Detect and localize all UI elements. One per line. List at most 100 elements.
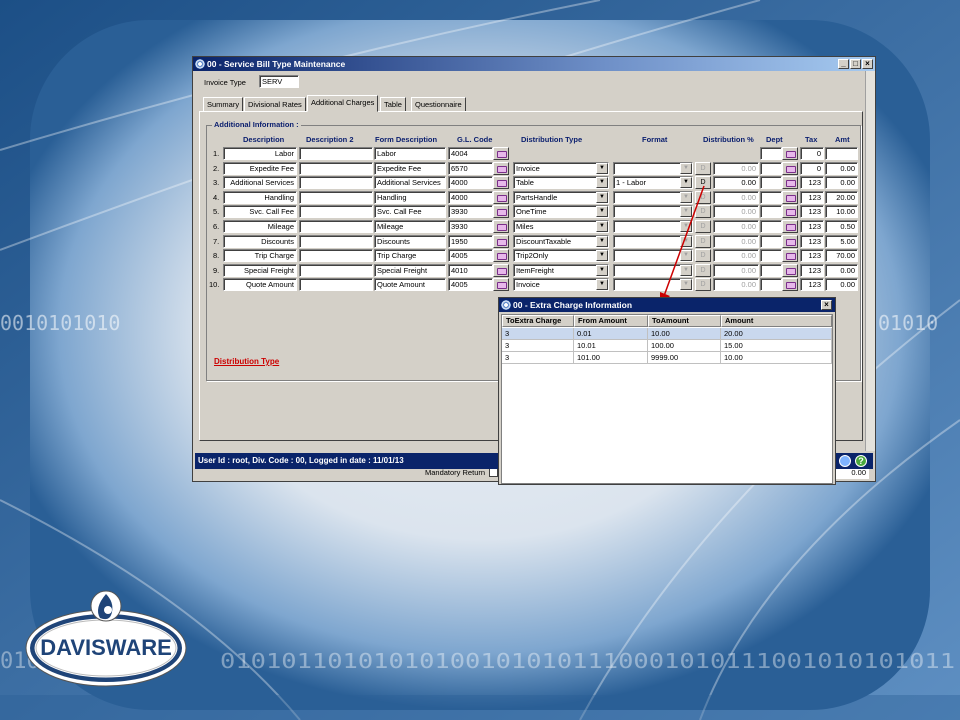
tax-field[interactable]: 123 bbox=[800, 220, 824, 233]
distribution-type-dropdown[interactable]: ▼ bbox=[596, 265, 608, 276]
distribution-pct-field[interactable]: 0.00 bbox=[713, 235, 759, 248]
grid-cell[interactable]: 0.01 bbox=[574, 328, 648, 340]
distribution-type-select[interactable]: PartsHandle bbox=[513, 191, 609, 204]
description-field[interactable]: Discounts bbox=[223, 235, 297, 248]
distribution-type-dropdown[interactable]: ▼ bbox=[596, 250, 608, 261]
grid-cell[interactable]: 100.00 bbox=[648, 340, 721, 352]
description-field[interactable]: Special Freight bbox=[223, 264, 297, 277]
tab-table[interactable]: Table bbox=[380, 97, 406, 112]
description-field[interactable]: Svc. Call Fee bbox=[223, 205, 297, 218]
distribution-pct-field[interactable]: 0.00 bbox=[713, 278, 759, 291]
description-field[interactable]: Quote Amount bbox=[223, 278, 297, 291]
dept-lookup-button[interactable] bbox=[782, 162, 798, 175]
tax-field[interactable]: 123 bbox=[800, 205, 824, 218]
format-dropdown[interactable]: ▼ bbox=[680, 163, 692, 174]
gl-code-lookup-button[interactable] bbox=[493, 249, 509, 262]
grid-cell[interactable]: 15.00 bbox=[721, 340, 832, 352]
distribution-pct-field[interactable]: 0.00 bbox=[713, 220, 759, 233]
distribution-detail-button[interactable]: D bbox=[695, 162, 711, 175]
grid-cell[interactable]: 10.01 bbox=[574, 340, 648, 352]
distribution-type-select[interactable]: Miles bbox=[513, 220, 609, 233]
mandatory-return-checkbox[interactable] bbox=[489, 468, 498, 477]
description2-field[interactable] bbox=[299, 235, 373, 248]
dept-lookup-button[interactable] bbox=[782, 191, 798, 204]
dept-lookup-button[interactable] bbox=[782, 176, 798, 189]
tax-field[interactable]: 0 bbox=[800, 162, 824, 175]
description2-field[interactable] bbox=[299, 278, 373, 291]
window-scrollbar[interactable] bbox=[865, 71, 875, 451]
description-field[interactable]: Expedite Fee bbox=[223, 162, 297, 175]
distribution-type-dropdown[interactable]: ▼ bbox=[596, 163, 608, 174]
description2-field[interactable] bbox=[299, 220, 373, 233]
amt-field[interactable]: 0.00 bbox=[825, 162, 858, 175]
amt-field[interactable] bbox=[825, 147, 858, 160]
gl-code-lookup-button[interactable] bbox=[493, 191, 509, 204]
description2-field[interactable] bbox=[299, 176, 373, 189]
tax-field[interactable]: 123 bbox=[800, 249, 824, 262]
form-description-field[interactable]: Special Freight bbox=[374, 264, 446, 277]
gl-code-lookup-button[interactable] bbox=[493, 162, 509, 175]
grid-header-to-amount[interactable]: ToAmount bbox=[648, 315, 721, 327]
distribution-pct-field[interactable]: 0.00 bbox=[713, 191, 759, 204]
distribution-pct-field[interactable]: 0.00 bbox=[713, 264, 759, 277]
distribution-pct-field[interactable]: 0.00 bbox=[713, 205, 759, 218]
description2-field[interactable] bbox=[299, 264, 373, 277]
dept-field[interactable] bbox=[760, 191, 782, 204]
amt-field[interactable]: 0.00 bbox=[825, 176, 858, 189]
grid-cell[interactable]: 9999.00 bbox=[648, 352, 721, 364]
grid-header-amount[interactable]: Amount bbox=[721, 315, 832, 327]
grid-cell[interactable]: 3 bbox=[502, 340, 574, 352]
dept-field[interactable] bbox=[760, 278, 782, 291]
dept-lookup-button[interactable] bbox=[782, 264, 798, 277]
dept-field[interactable] bbox=[760, 249, 782, 262]
gl-code-field[interactable]: 4000 bbox=[448, 191, 493, 204]
amt-field[interactable]: 70.00 bbox=[825, 249, 858, 262]
dept-lookup-button[interactable] bbox=[782, 249, 798, 262]
minimize-button[interactable]: _ bbox=[838, 59, 849, 69]
dept-field[interactable] bbox=[760, 220, 782, 233]
form-description-field[interactable]: Discounts bbox=[374, 235, 446, 248]
description-field[interactable]: Mileage bbox=[223, 220, 297, 233]
distribution-pct-field[interactable]: 0.00 bbox=[713, 176, 759, 189]
gl-code-field[interactable]: 4005 bbox=[448, 249, 493, 262]
dept-lookup-button[interactable] bbox=[782, 205, 798, 218]
gl-code-lookup-button[interactable] bbox=[493, 176, 509, 189]
gl-code-lookup-button[interactable] bbox=[493, 220, 509, 233]
status-help-icon[interactable]: ? bbox=[855, 455, 867, 467]
description2-field[interactable] bbox=[299, 162, 373, 175]
dept-field[interactable] bbox=[760, 162, 782, 175]
form-description-field[interactable]: Handling bbox=[374, 191, 446, 204]
grid-cell[interactable]: 10.00 bbox=[648, 328, 721, 340]
form-description-field[interactable]: Mileage bbox=[374, 220, 446, 233]
distribution-type-select[interactable]: Table bbox=[513, 176, 609, 189]
distribution-type-dropdown[interactable]: ▼ bbox=[596, 206, 608, 217]
invoice-type-field[interactable]: SERV bbox=[259, 75, 299, 88]
tax-field[interactable]: 123 bbox=[800, 235, 824, 248]
maximize-button[interactable]: □ bbox=[850, 59, 861, 69]
description2-field[interactable] bbox=[299, 205, 373, 218]
gl-code-field[interactable]: 1950 bbox=[448, 235, 493, 248]
form-description-field[interactable]: Trip Charge bbox=[374, 249, 446, 262]
distribution-type-select[interactable]: Trip2Only bbox=[513, 249, 609, 262]
distribution-type-link[interactable]: Distribution Type bbox=[214, 357, 279, 366]
tax-field[interactable]: 0 bbox=[800, 147, 824, 160]
status-refresh-icon[interactable] bbox=[839, 455, 851, 467]
dept-field[interactable] bbox=[760, 205, 782, 218]
dept-lookup-button[interactable] bbox=[782, 220, 798, 233]
grid-cell[interactable]: 10.00 bbox=[721, 352, 832, 364]
gl-code-lookup-button[interactable] bbox=[493, 264, 509, 277]
description2-field[interactable] bbox=[299, 249, 373, 262]
distribution-type-dropdown[interactable]: ▼ bbox=[596, 177, 608, 188]
form-description-field[interactable]: Svc. Call Fee bbox=[374, 205, 446, 218]
amt-field[interactable]: 0.50 bbox=[825, 220, 858, 233]
tax-field[interactable]: 123 bbox=[800, 191, 824, 204]
dept-lookup-button[interactable] bbox=[782, 147, 798, 160]
tax-field[interactable]: 123 bbox=[800, 176, 824, 189]
gl-code-field[interactable]: 4000 bbox=[448, 176, 493, 189]
gl-code-field[interactable]: 4005 bbox=[448, 278, 493, 291]
gl-code-field[interactable]: 3930 bbox=[448, 205, 493, 218]
amt-field[interactable]: 5.00 bbox=[825, 235, 858, 248]
dept-field[interactable] bbox=[760, 147, 782, 160]
close-button[interactable]: × bbox=[862, 59, 873, 69]
description-field[interactable]: Handling bbox=[223, 191, 297, 204]
